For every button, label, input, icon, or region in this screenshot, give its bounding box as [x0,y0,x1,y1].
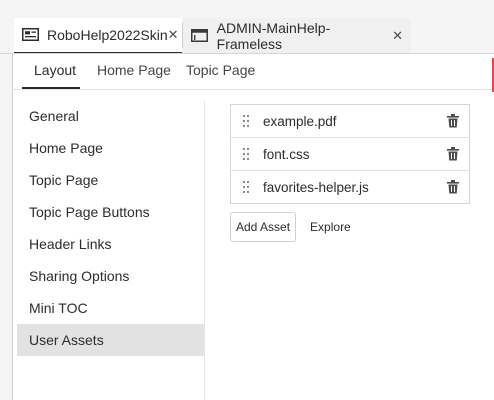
asset-name: font.css [263,146,310,162]
window-icon [191,29,209,43]
drag-handle-icon[interactable] [243,115,249,127]
add-asset-button[interactable]: Add Asset [230,212,297,242]
doc-tab-admin-mainhelp-frameless[interactable]: ADMIN-MainHelp-Frameless ✕ [183,18,411,54]
nav-item-header-links[interactable]: Header Links [13,228,204,260]
tab-topic-page[interactable]: Topic Page [186,62,255,78]
close-icon[interactable]: ✕ [392,28,403,44]
close-icon[interactable]: ✕ [168,27,179,43]
trash-icon[interactable] [447,147,459,161]
sub-tab-bar: Layout Home Page Topic Page [13,54,494,90]
skin-editor-panel: Layout Home Page Topic Page General Home… [12,54,494,400]
nav-item-mini-toc[interactable]: Mini TOC [13,292,204,324]
document-tab-strip: RoboHelp2022Skin ✕ ADMIN-MainHelp-Framel… [0,0,494,54]
nav-item-general[interactable]: General [13,100,204,132]
asset-name: example.pdf [263,113,337,129]
asset-row[interactable]: example.pdf [231,105,469,137]
nav-divider [204,100,205,400]
doc-tab-label: RoboHelp2022Skin [47,27,168,43]
trash-icon[interactable] [447,180,459,194]
trash-icon[interactable] [447,114,459,128]
asset-name: favorites-helper.js [263,179,369,195]
asset-row[interactable]: favorites-helper.js [231,170,469,203]
skin-icon [22,28,39,42]
settings-nav: General Home Page Topic Page Topic Page … [13,100,204,356]
explore-button[interactable]: Explore [310,220,351,234]
drag-handle-icon[interactable] [243,148,249,160]
doc-tab-robohelp2022skin[interactable]: RoboHelp2022Skin ✕ [14,18,182,54]
user-assets-list: example.pdf font.css favorites-helper.js [230,104,470,204]
nav-item-sharing-options[interactable]: Sharing Options [13,260,204,292]
doc-tab-label: ADMIN-MainHelp-Frameless [216,20,331,52]
asset-row[interactable]: font.css [231,137,469,170]
nav-item-home-page[interactable]: Home Page [13,132,204,164]
tab-layout[interactable]: Layout [34,62,76,78]
asset-actions: Add Asset Explore [230,212,351,242]
tab-home-page[interactable]: Home Page [97,62,171,78]
nav-item-topic-page-buttons[interactable]: Topic Page Buttons [13,196,204,228]
nav-item-user-assets[interactable]: User Assets [17,324,204,356]
active-tab-indicator [22,87,80,89]
nav-item-topic-page[interactable]: Topic Page [13,164,204,196]
drag-handle-icon[interactable] [243,181,249,193]
